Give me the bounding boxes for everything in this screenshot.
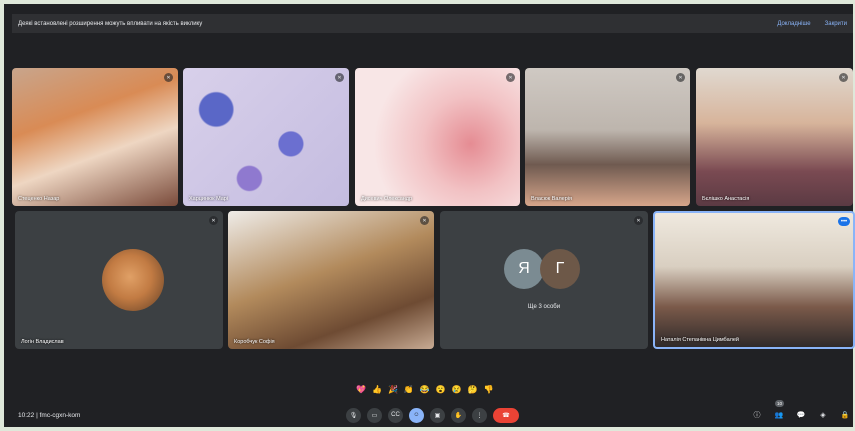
participant-tile[interactable]: ✕ Харцинюк Марі [183,68,349,206]
more-options-button[interactable]: ⋮ [472,407,487,423]
reactions-bar: 💖 👍 🎉 👏 😂 😮 😢 🤔 👎 [356,383,494,396]
banner-actions: Докладніше Закрити [777,21,847,27]
laugh-reaction-icon[interactable]: 😂 [420,383,430,396]
participant-name: Логін Владислав [21,339,64,345]
thumbs-down-reaction-icon[interactable]: 👎 [484,383,494,396]
raise-hand-button[interactable]: ✋ [451,407,466,423]
party-reaction-icon[interactable]: 🎉 [388,383,398,396]
participant-name: Стеценко Назар [18,196,60,202]
participant-tile-pinned[interactable]: ••• Наталія Степанівна Цимбалей [653,211,855,349]
participant-tile[interactable]: ✕ Власюк Валерія [525,68,690,206]
mic-off-icon: ✕ [676,73,685,82]
participant-tile[interactable]: ✕ Логін Владислав [15,211,223,349]
chat-icon[interactable]: 💬 [795,409,807,421]
participant-tile[interactable]: ✕ Стеценко Назар [12,68,178,206]
participant-name: Харцинюк Марі [189,196,229,202]
participant-name: Власюк Валерія [531,196,573,202]
participant-tile[interactable]: ✕ Дисевич Олександр [355,68,520,206]
extensions-warning-banner: Деякі встановлені розширення можуть впли… [12,14,853,33]
mic-off-icon: ✕ [209,216,218,225]
captions-button[interactable]: CC [388,407,403,423]
thumbs-up-reaction-icon[interactable]: 👍 [372,383,382,396]
side-controls: ⓘ 👥 10 💬 ◈ 🔒 [751,400,851,421]
mic-button[interactable]: 🎙 [346,407,361,423]
close-banner-button[interactable]: Закрити [825,21,847,27]
participant-name: Бєлішко Анастасія [702,196,750,202]
separator: | [36,411,38,419]
mic-off-icon: ✕ [839,73,848,82]
reactions-button[interactable]: ☺ [409,407,424,423]
participant-name: Наталія Степанівна Цимбалей [661,337,739,343]
bottom-bar: 10:22 | fmc-cgxn-kom 🎙 ▭ CC ☺ ▣ ✋ ⋮ ☎ ⓘ … [12,400,853,426]
clock-time: 10:22 [18,411,35,419]
activities-icon[interactable]: ◈ [817,409,829,421]
surprised-reaction-icon[interactable]: 😮 [436,383,446,396]
others-count-label: Ще 3 особи [527,304,561,310]
mic-off-icon: ✕ [634,216,643,225]
more-options-icon[interactable]: ••• [838,217,850,226]
participant-tile[interactable]: ✕ Бєлішко Анастасія [696,68,853,206]
mic-off-icon: ✕ [335,73,344,82]
clap-reaction-icon[interactable]: 👏 [404,383,414,396]
participant-name: Дисевич Олександр [361,196,413,202]
banner-message: Деякі встановлені розширення можуть впли… [18,20,203,27]
mic-off-icon: ✕ [420,216,429,225]
cat-avatar [102,249,164,311]
heart-reaction-icon[interactable]: 💖 [356,383,366,396]
people-icon[interactable]: 👥 10 [773,400,785,421]
participant-tile[interactable]: ✕ Коробчук Софія [228,211,434,349]
lock-icon[interactable]: 🔒 [839,409,851,421]
others-tile[interactable]: ✕ Я Г Ще 3 особи [440,211,648,349]
avatar: Я [504,249,544,289]
mic-off-icon: ✕ [506,73,515,82]
avatar: Г [540,249,580,289]
present-button[interactable]: ▣ [430,407,445,423]
people-count-badge: 10 [775,400,785,407]
meeting-code: fmc-cgxn-kom [39,411,81,419]
sad-reaction-icon[interactable]: 😢 [452,383,462,396]
participant-name: Коробчук Софія [234,339,275,345]
mic-off-icon: ✕ [164,73,173,82]
call-controls: 🎙 ▭ CC ☺ ▣ ✋ ⋮ ☎ [346,407,519,423]
camera-button[interactable]: ▭ [367,407,382,423]
info-icon[interactable]: ⓘ [751,409,763,421]
thinking-reaction-icon[interactable]: 🤔 [468,383,478,396]
leave-call-button[interactable]: ☎ [493,407,519,423]
meeting-info: 10:22 | fmc-cgxn-kom [18,412,80,419]
details-link[interactable]: Докладніше [777,21,810,27]
